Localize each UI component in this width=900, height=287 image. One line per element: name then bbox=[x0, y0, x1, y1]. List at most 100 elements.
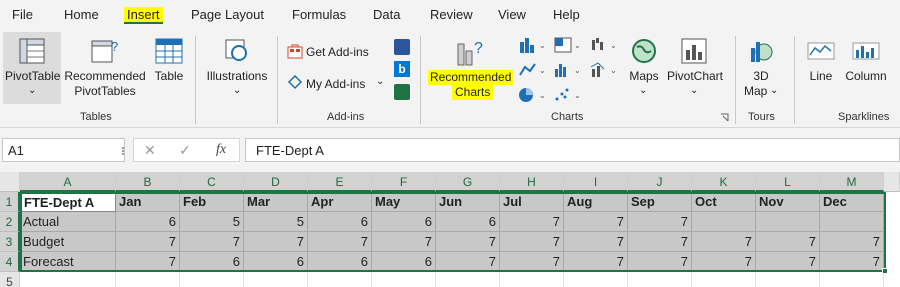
cancel-icon[interactable]: ✕ bbox=[144, 142, 156, 159]
data-cell[interactable]: 7 bbox=[436, 252, 500, 272]
column-header-g[interactable]: G bbox=[436, 172, 500, 192]
illustrations-button[interactable]: Illustrations ⌄ bbox=[202, 32, 272, 104]
empty-cell[interactable] bbox=[564, 272, 628, 287]
insert-function-icon[interactable]: fx bbox=[216, 142, 226, 158]
data-cell[interactable]: Actual bbox=[20, 212, 116, 232]
column-header-e[interactable]: E bbox=[308, 172, 372, 192]
data-cell[interactable]: 6 bbox=[180, 252, 244, 272]
column-header-l[interactable]: L bbox=[756, 172, 820, 192]
get-addins-button[interactable]: Get Add-ins bbox=[306, 45, 369, 59]
sparkline-column-button[interactable]: Column bbox=[841, 32, 891, 104]
data-cell[interactable]: Budget bbox=[20, 232, 116, 252]
people-graph-icon[interactable] bbox=[394, 84, 410, 100]
empty-cell[interactable] bbox=[20, 272, 116, 287]
maps-button[interactable]: Maps ⌄ bbox=[626, 32, 662, 104]
empty-cell[interactable] bbox=[500, 272, 564, 287]
header-cell[interactable]: Dec bbox=[820, 192, 884, 212]
my-addins-button[interactable]: My Add-ins bbox=[306, 77, 365, 91]
bing-icon[interactable]: b bbox=[394, 61, 410, 77]
empty-cell[interactable] bbox=[244, 272, 308, 287]
data-cell[interactable] bbox=[692, 212, 756, 232]
data-cell[interactable]: Forecast bbox=[20, 252, 116, 272]
data-cell[interactable]: 7 bbox=[628, 212, 692, 232]
waterfall-chart-icon[interactable]: ⌄ bbox=[590, 36, 620, 54]
enter-icon[interactable]: ✓ bbox=[179, 142, 191, 159]
pie-chart-icon[interactable]: ⌄ bbox=[518, 86, 548, 104]
menu-file[interactable]: File bbox=[12, 7, 33, 22]
header-cell[interactable]: Feb bbox=[180, 192, 244, 212]
column-header-a[interactable]: A bbox=[20, 172, 116, 192]
menu-insert[interactable]: Insert bbox=[124, 7, 163, 24]
header-cell[interactable]: Mar bbox=[244, 192, 308, 212]
menu-formulas[interactable]: Formulas bbox=[292, 7, 346, 22]
row-header-4[interactable]: 4 bbox=[0, 252, 20, 272]
data-cell[interactable] bbox=[820, 212, 884, 232]
menu-page-layout[interactable]: Page Layout bbox=[191, 7, 264, 22]
data-cell[interactable]: 7 bbox=[628, 232, 692, 252]
hierarchy-chart-icon[interactable]: ⌄ bbox=[553, 36, 583, 54]
data-cell[interactable]: 7 bbox=[372, 232, 436, 252]
column-header-i[interactable]: I bbox=[564, 172, 628, 192]
header-cell[interactable]: Sep bbox=[628, 192, 692, 212]
menu-home[interactable]: Home bbox=[64, 7, 99, 22]
data-cell[interactable]: 5 bbox=[244, 212, 308, 232]
header-cell[interactable]: Apr bbox=[308, 192, 372, 212]
line-chart-icon[interactable]: ⌄ bbox=[518, 61, 548, 79]
column-header-k[interactable]: K bbox=[692, 172, 756, 192]
empty-cell[interactable] bbox=[372, 272, 436, 287]
empty-cell[interactable] bbox=[692, 272, 756, 287]
column-header-n[interactable] bbox=[884, 172, 900, 192]
3d-map-button[interactable]: 3D Map ⌄ bbox=[740, 32, 782, 104]
sparkline-line-button[interactable]: Line bbox=[803, 32, 839, 104]
data-cell[interactable]: 6 bbox=[308, 212, 372, 232]
data-cell[interactable]: 6 bbox=[308, 252, 372, 272]
data-cell[interactable]: 6 bbox=[372, 252, 436, 272]
data-cell[interactable]: 7 bbox=[180, 232, 244, 252]
row-header-5[interactable]: 5 bbox=[0, 272, 20, 287]
data-cell[interactable] bbox=[756, 212, 820, 232]
data-cell[interactable]: 7 bbox=[116, 252, 180, 272]
header-cell[interactable]: Aug bbox=[564, 192, 628, 212]
data-cell[interactable]: 7 bbox=[756, 232, 820, 252]
menu-review[interactable]: Review bbox=[430, 7, 473, 22]
header-cell[interactable]: Jun bbox=[436, 192, 500, 212]
combo-chart-icon[interactable]: ⌄ bbox=[590, 61, 620, 79]
empty-cell[interactable] bbox=[628, 272, 692, 287]
recommended-charts-button[interactable]: ? Recommended Charts bbox=[425, 32, 517, 104]
table-button[interactable]: Table bbox=[150, 32, 188, 104]
menu-help[interactable]: Help bbox=[553, 7, 580, 22]
empty-cell[interactable] bbox=[820, 272, 884, 287]
active-cell[interactable]: FTE-Dept A bbox=[20, 192, 116, 212]
data-cell[interactable]: 7 bbox=[756, 252, 820, 272]
data-cell[interactable]: 7 bbox=[820, 232, 884, 252]
formula-input[interactable]: FTE-Dept A bbox=[245, 138, 900, 162]
data-cell[interactable]: 7 bbox=[116, 232, 180, 252]
name-box[interactable]: A1 bbox=[2, 138, 125, 162]
pivottable-button[interactable]: PivotTable ⌄ bbox=[3, 32, 61, 104]
data-cell[interactable]: 6 bbox=[372, 212, 436, 232]
dialog-launcher-icon[interactable] bbox=[720, 113, 729, 122]
data-cell[interactable]: 7 bbox=[564, 232, 628, 252]
row-header-1[interactable]: 1 bbox=[0, 192, 20, 212]
header-cell[interactable]: May bbox=[372, 192, 436, 212]
visio-icon[interactable] bbox=[394, 39, 410, 55]
data-cell[interactable]: 6 bbox=[244, 252, 308, 272]
empty-cell[interactable] bbox=[436, 272, 500, 287]
statistic-chart-icon[interactable]: ⌄ bbox=[553, 61, 583, 79]
empty-cell[interactable] bbox=[308, 272, 372, 287]
data-cell[interactable]: 7 bbox=[692, 232, 756, 252]
recommended-pivottables-button[interactable]: ? Recommended PivotTables bbox=[63, 32, 147, 104]
empty-cell[interactable] bbox=[180, 272, 244, 287]
scatter-chart-icon[interactable]: ⌄ bbox=[553, 86, 583, 104]
data-cell[interactable]: 7 bbox=[308, 232, 372, 252]
data-cell[interactable]: 7 bbox=[244, 232, 308, 252]
chevron-down-icon[interactable]: ⌄ bbox=[376, 76, 384, 87]
row-header-3[interactable]: 3 bbox=[0, 232, 20, 252]
empty-cell[interactable] bbox=[116, 272, 180, 287]
header-cell[interactable]: Jul bbox=[500, 192, 564, 212]
data-cell[interactable]: 7 bbox=[500, 212, 564, 232]
header-cell[interactable]: Oct bbox=[692, 192, 756, 212]
column-header-f[interactable]: F bbox=[372, 172, 436, 192]
data-cell[interactable]: 7 bbox=[500, 252, 564, 272]
column-chart-icon[interactable]: ⌄ bbox=[518, 36, 548, 54]
